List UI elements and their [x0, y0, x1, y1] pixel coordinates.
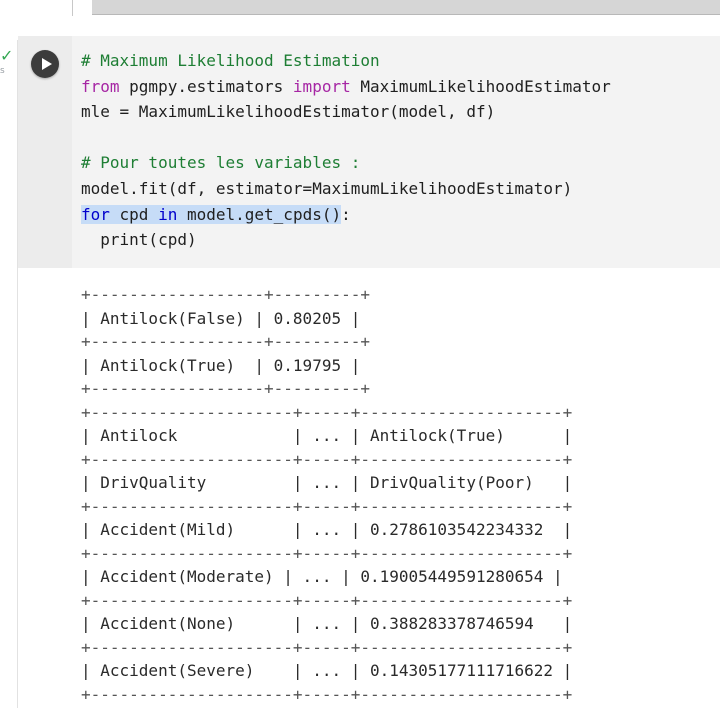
table-border-line: +------------------+---------+ — [81, 332, 370, 351]
code-token: # Pour toutes les variables : — [81, 153, 361, 173]
table-row: | Antilock(False) | 0.80205 | — [81, 308, 361, 328]
table-row: | Accident(Mild) | ... | 0.2786103542234… — [81, 520, 573, 539]
table-row: | Antilock(True) | 0.19795 | — [81, 355, 361, 375]
code-line[interactable]: model.fit(df, estimator=MaximumLikelihoo… — [81, 176, 611, 202]
code-line[interactable]: # Maximum Likelihood Estimation — [81, 48, 611, 74]
table-row: | Accident(Moderate) | ... | 0.190054495… — [81, 567, 563, 586]
table-border-line: +---------------------+-----+-----------… — [81, 402, 573, 422]
code-line[interactable] — [81, 125, 611, 151]
code-token: for — [81, 204, 110, 224]
table-border-line: +---------------------+-----+-----------… — [81, 637, 573, 657]
table-border-line: +---------------------+-----+-----------… — [81, 449, 573, 469]
code-token: print(cpd) — [81, 230, 197, 250]
code-line[interactable]: print(cpd) — [81, 227, 611, 253]
code-token: # Maximum Likelihood Estimation — [81, 51, 380, 70]
table-border-line: +---------------------+-----+-----------… — [81, 590, 573, 610]
cell-output: +------------------+---------+ | Antilock… — [81, 283, 572, 706]
table-row: | Accident(Severe) | ... | 0.14305177111… — [81, 661, 573, 680]
code-editor[interactable]: # Maximum Likelihood Estimation from pgmp… — [81, 48, 611, 253]
check-icon: ✓ — [0, 46, 14, 65]
code-line[interactable]: for cpd in model.get_cpds(): — [81, 202, 611, 228]
code-token: model.fit(df, estimator=MaximumLikelihoo… — [81, 178, 573, 198]
table-border-line: +---------------------+-----+-----------… — [81, 496, 573, 516]
code-line[interactable]: mle = MaximumLikelihoodEstimator(model, … — [81, 99, 611, 125]
table-row: | DrivQuality | ... | DrivQuality(Poor) … — [81, 473, 573, 492]
table-border-line: +------------------+---------+ — [81, 285, 370, 304]
table-row: | Accident(None) | ... | 0.3882833787465… — [81, 614, 573, 633]
execution-time: s — [0, 66, 5, 76]
code-token: import — [292, 76, 351, 96]
code-token: pgmpy.estimators — [119, 76, 293, 96]
top-scroll-bar — [92, 0, 720, 15]
toolbar-divider — [72, 0, 73, 16]
code-token: : — [341, 204, 351, 224]
code-line[interactable]: # Pour toutes les variables : — [81, 150, 611, 176]
table-border-line: +---------------------+-----+-----------… — [81, 684, 573, 704]
code-token: mle = MaximumLikelihoodEstimator(model, … — [81, 102, 496, 122]
code-token: in — [158, 204, 178, 224]
table-border-line: +------------------+---------+ — [81, 379, 370, 398]
code-token: from — [81, 76, 120, 96]
table-border-line: +---------------------+-----+-----------… — [81, 543, 573, 563]
play-icon[interactable] — [31, 50, 59, 78]
code-token: model.get_cpds() — [177, 204, 342, 224]
code-token: cpd — [109, 204, 159, 224]
code-token: MaximumLikelihoodEstimator — [350, 76, 611, 96]
table-row: | Antilock | ... | Antilock(True) | — [81, 426, 573, 445]
code-line[interactable]: from pgmpy.estimators import MaximumLike… — [81, 74, 611, 100]
